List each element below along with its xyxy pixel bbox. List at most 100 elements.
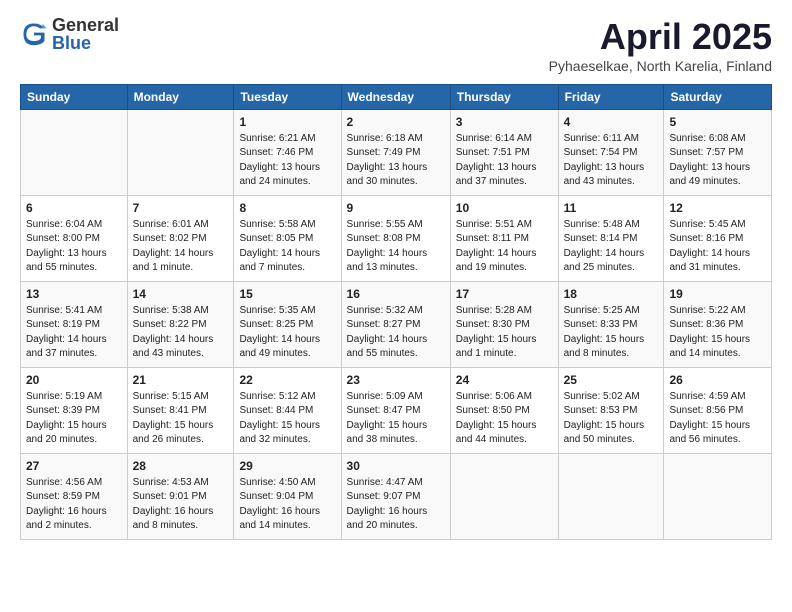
day-info: Sunrise: 4:56 AM Sunset: 8:59 PM Dayligh… xyxy=(26,476,122,534)
day-cell: 6Sunrise: 6:04 AM Sunset: 8:00 PM Daylig… xyxy=(21,196,128,282)
day-number: 8 xyxy=(239,200,335,217)
day-cell: 13Sunrise: 5:41 AM Sunset: 8:19 PM Dayli… xyxy=(21,282,128,368)
day-cell: 19Sunrise: 5:22 AM Sunset: 8:36 PM Dayli… xyxy=(664,282,772,368)
week-row-2: 6Sunrise: 6:04 AM Sunset: 8:00 PM Daylig… xyxy=(21,196,772,282)
day-info: Sunrise: 5:35 AM Sunset: 8:25 PM Dayligh… xyxy=(239,304,335,362)
day-cell: 5Sunrise: 6:08 AM Sunset: 7:57 PM Daylig… xyxy=(664,110,772,196)
day-cell: 22Sunrise: 5:12 AM Sunset: 8:44 PM Dayli… xyxy=(234,368,341,454)
day-number: 17 xyxy=(456,286,553,303)
week-row-1: 1Sunrise: 6:21 AM Sunset: 7:46 PM Daylig… xyxy=(21,110,772,196)
day-info: Sunrise: 6:18 AM Sunset: 7:49 PM Dayligh… xyxy=(347,132,445,190)
day-cell: 18Sunrise: 5:25 AM Sunset: 8:33 PM Dayli… xyxy=(558,282,664,368)
day-cell: 9Sunrise: 5:55 AM Sunset: 8:08 PM Daylig… xyxy=(341,196,450,282)
day-number: 30 xyxy=(347,458,445,475)
day-cell: 3Sunrise: 6:14 AM Sunset: 7:51 PM Daylig… xyxy=(450,110,558,196)
day-info: Sunrise: 5:15 AM Sunset: 8:41 PM Dayligh… xyxy=(133,390,229,448)
day-info: Sunrise: 5:12 AM Sunset: 8:44 PM Dayligh… xyxy=(239,390,335,448)
day-cell: 27Sunrise: 4:56 AM Sunset: 8:59 PM Dayli… xyxy=(21,454,128,540)
day-number: 26 xyxy=(669,372,766,389)
day-info: Sunrise: 5:48 AM Sunset: 8:14 PM Dayligh… xyxy=(564,218,659,276)
day-cell: 16Sunrise: 5:32 AM Sunset: 8:27 PM Dayli… xyxy=(341,282,450,368)
day-number: 25 xyxy=(564,372,659,389)
title-block: April 2025 Pyhaeselkae, North Karelia, F… xyxy=(549,16,772,74)
day-number: 2 xyxy=(347,114,445,131)
day-cell: 12Sunrise: 5:45 AM Sunset: 8:16 PM Dayli… xyxy=(664,196,772,282)
day-cell: 23Sunrise: 5:09 AM Sunset: 8:47 PM Dayli… xyxy=(341,368,450,454)
day-cell: 4Sunrise: 6:11 AM Sunset: 7:54 PM Daylig… xyxy=(558,110,664,196)
day-info: Sunrise: 4:53 AM Sunset: 9:01 PM Dayligh… xyxy=(133,476,229,534)
calendar: SundayMondayTuesdayWednesdayThursdayFrid… xyxy=(20,84,772,540)
day-number: 22 xyxy=(239,372,335,389)
day-info: Sunrise: 6:14 AM Sunset: 7:51 PM Dayligh… xyxy=(456,132,553,190)
calendar-header: SundayMondayTuesdayWednesdayThursdayFrid… xyxy=(21,85,772,110)
day-cell: 1Sunrise: 6:21 AM Sunset: 7:46 PM Daylig… xyxy=(234,110,341,196)
day-cell: 26Sunrise: 4:59 AM Sunset: 8:56 PM Dayli… xyxy=(664,368,772,454)
day-cell: 21Sunrise: 5:15 AM Sunset: 8:41 PM Dayli… xyxy=(127,368,234,454)
page: General Blue April 2025 Pyhaeselkae, Nor… xyxy=(0,0,792,612)
day-cell: 29Sunrise: 4:50 AM Sunset: 9:04 PM Dayli… xyxy=(234,454,341,540)
day-cell: 11Sunrise: 5:48 AM Sunset: 8:14 PM Dayli… xyxy=(558,196,664,282)
day-number: 20 xyxy=(26,372,122,389)
location-subtitle: Pyhaeselkae, North Karelia, Finland xyxy=(549,58,772,74)
day-cell: 20Sunrise: 5:19 AM Sunset: 8:39 PM Dayli… xyxy=(21,368,128,454)
day-cell: 30Sunrise: 4:47 AM Sunset: 9:07 PM Dayli… xyxy=(341,454,450,540)
day-number: 19 xyxy=(669,286,766,303)
day-info: Sunrise: 5:41 AM Sunset: 8:19 PM Dayligh… xyxy=(26,304,122,362)
day-info: Sunrise: 4:47 AM Sunset: 9:07 PM Dayligh… xyxy=(347,476,445,534)
month-title: April 2025 xyxy=(549,16,772,58)
day-info: Sunrise: 5:19 AM Sunset: 8:39 PM Dayligh… xyxy=(26,390,122,448)
day-number: 5 xyxy=(669,114,766,131)
day-info: Sunrise: 5:25 AM Sunset: 8:33 PM Dayligh… xyxy=(564,304,659,362)
day-cell xyxy=(127,110,234,196)
days-row: SundayMondayTuesdayWednesdayThursdayFrid… xyxy=(21,85,772,110)
day-cell xyxy=(450,454,558,540)
day-cell: 2Sunrise: 6:18 AM Sunset: 7:49 PM Daylig… xyxy=(341,110,450,196)
day-info: Sunrise: 6:11 AM Sunset: 7:54 PM Dayligh… xyxy=(564,132,659,190)
day-info: Sunrise: 5:32 AM Sunset: 8:27 PM Dayligh… xyxy=(347,304,445,362)
day-info: Sunrise: 5:09 AM Sunset: 8:47 PM Dayligh… xyxy=(347,390,445,448)
day-info: Sunrise: 5:58 AM Sunset: 8:05 PM Dayligh… xyxy=(239,218,335,276)
day-number: 29 xyxy=(239,458,335,475)
day-info: Sunrise: 5:02 AM Sunset: 8:53 PM Dayligh… xyxy=(564,390,659,448)
day-number: 6 xyxy=(26,200,122,217)
day-number: 16 xyxy=(347,286,445,303)
day-cell: 24Sunrise: 5:06 AM Sunset: 8:50 PM Dayli… xyxy=(450,368,558,454)
day-info: Sunrise: 5:55 AM Sunset: 8:08 PM Dayligh… xyxy=(347,218,445,276)
day-number: 7 xyxy=(133,200,229,217)
day-number: 24 xyxy=(456,372,553,389)
day-number: 9 xyxy=(347,200,445,217)
logo-text: General Blue xyxy=(52,16,119,52)
day-number: 3 xyxy=(456,114,553,131)
day-number: 28 xyxy=(133,458,229,475)
day-number: 21 xyxy=(133,372,229,389)
calendar-body: 1Sunrise: 6:21 AM Sunset: 7:46 PM Daylig… xyxy=(21,110,772,540)
day-info: Sunrise: 6:08 AM Sunset: 7:57 PM Dayligh… xyxy=(669,132,766,190)
day-info: Sunrise: 4:59 AM Sunset: 8:56 PM Dayligh… xyxy=(669,390,766,448)
day-number: 10 xyxy=(456,200,553,217)
logo-general: General xyxy=(52,16,119,34)
day-info: Sunrise: 5:45 AM Sunset: 8:16 PM Dayligh… xyxy=(669,218,766,276)
day-cell xyxy=(21,110,128,196)
logo-blue: Blue xyxy=(52,34,119,52)
day-number: 13 xyxy=(26,286,122,303)
day-header-monday: Monday xyxy=(127,85,234,110)
day-number: 11 xyxy=(564,200,659,217)
header: General Blue April 2025 Pyhaeselkae, Nor… xyxy=(20,16,772,74)
day-cell: 14Sunrise: 5:38 AM Sunset: 8:22 PM Dayli… xyxy=(127,282,234,368)
day-header-wednesday: Wednesday xyxy=(341,85,450,110)
day-cell xyxy=(664,454,772,540)
day-cell xyxy=(558,454,664,540)
day-number: 4 xyxy=(564,114,659,131)
day-cell: 8Sunrise: 5:58 AM Sunset: 8:05 PM Daylig… xyxy=(234,196,341,282)
day-header-tuesday: Tuesday xyxy=(234,85,341,110)
day-info: Sunrise: 5:06 AM Sunset: 8:50 PM Dayligh… xyxy=(456,390,553,448)
day-header-saturday: Saturday xyxy=(664,85,772,110)
day-info: Sunrise: 6:04 AM Sunset: 8:00 PM Dayligh… xyxy=(26,218,122,276)
day-header-thursday: Thursday xyxy=(450,85,558,110)
day-info: Sunrise: 5:51 AM Sunset: 8:11 PM Dayligh… xyxy=(456,218,553,276)
day-info: Sunrise: 5:22 AM Sunset: 8:36 PM Dayligh… xyxy=(669,304,766,362)
week-row-4: 20Sunrise: 5:19 AM Sunset: 8:39 PM Dayli… xyxy=(21,368,772,454)
day-number: 18 xyxy=(564,286,659,303)
day-cell: 25Sunrise: 5:02 AM Sunset: 8:53 PM Dayli… xyxy=(558,368,664,454)
logo-icon xyxy=(20,20,48,48)
